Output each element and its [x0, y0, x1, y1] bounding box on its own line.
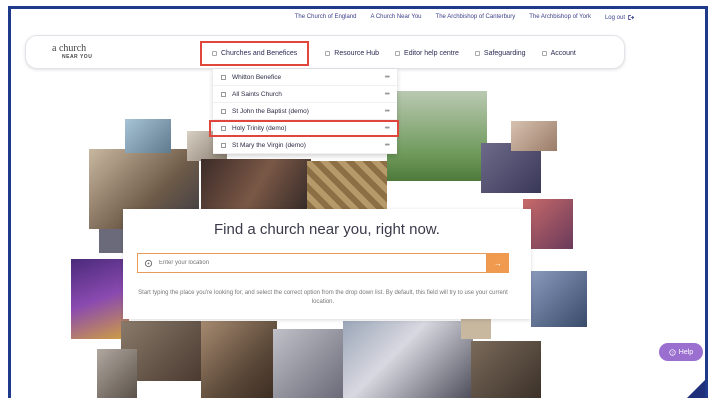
photo-tile [307, 161, 387, 216]
photo-tile [97, 349, 137, 398]
church-icon [221, 142, 226, 148]
menu-bullet-icon [474, 50, 480, 56]
more-icon: ••• [384, 141, 390, 149]
browser-frame: The Church of England A Church Near You … [8, 6, 708, 398]
photo-tile [99, 229, 123, 253]
link-archbishop-canterbury[interactable]: The Archbishop of Canterbury [436, 14, 516, 21]
search-hint: Start typing the place you're looking fo… [138, 290, 508, 305]
churches-dropdown: Whitton Benefice ••• All Saints Church •… [209, 69, 399, 154]
dropdown-item-whitton-benefice[interactable]: Whitton Benefice ••• [213, 69, 397, 86]
panel-title: Find a church near you, right now. [214, 221, 440, 238]
site-logo[interactable]: a church NEAR YOU [52, 44, 92, 61]
dropdown-item-st-john-baptist[interactable]: St John the Baptist (demo) ••• [213, 103, 397, 120]
dropdown-item-holy-trinity[interactable]: Holy Trinity (demo) ••• [209, 120, 399, 137]
photo-tile [387, 91, 487, 181]
more-icon: ••• [384, 107, 390, 115]
photo-tile [201, 321, 277, 398]
menu-bullet-icon [212, 50, 217, 56]
menu-bullet-icon [541, 50, 547, 56]
dropdown-item-st-mary-virgin[interactable]: St Mary the Virgin (demo) ••• [213, 137, 397, 154]
more-icon: ••• [384, 73, 390, 81]
more-icon: ••• [384, 125, 390, 132]
logout-link[interactable]: Log out [605, 14, 635, 21]
help-question-icon: ? [669, 348, 676, 356]
logout-icon [628, 14, 635, 21]
link-archbishop-york[interactable]: The Archbishop of York [529, 14, 591, 21]
photo-tile [125, 119, 171, 153]
church-icon [221, 91, 226, 97]
find-church-panel: Find a church near you, right now. → Sta… [123, 209, 531, 319]
nav-account[interactable]: Account [541, 50, 576, 57]
dropdown-item-all-saints[interactable]: All Saints Church ••• [213, 86, 397, 103]
photo-tile [531, 271, 587, 327]
utility-links: The Church of England A Church Near You … [295, 14, 635, 21]
corner-badge [687, 380, 705, 398]
location-search-box [137, 253, 487, 273]
nav-menu: Churches and Benefices Resource Hub Edit… [200, 36, 576, 70]
svg-text:?: ? [671, 350, 674, 355]
location-target-icon[interactable] [144, 259, 153, 268]
photo-tile [471, 341, 541, 398]
church-icon [221, 126, 226, 131]
church-icon [221, 108, 226, 114]
nav-safeguarding[interactable]: Safeguarding [474, 50, 526, 57]
search-button[interactable]: → [487, 253, 509, 273]
photo-tile [273, 329, 343, 398]
arrow-right-icon: → [494, 258, 502, 268]
menu-bullet-icon [395, 50, 401, 56]
help-button[interactable]: ? Help [659, 343, 703, 361]
photo-tile [343, 321, 473, 398]
link-a-church-near-you[interactable]: A Church Near You [370, 14, 421, 21]
main-navbar: a church NEAR YOU Churches and Benefices… [25, 35, 625, 69]
nav-resource-hub[interactable]: Resource Hub [325, 50, 379, 57]
nav-editor-help-centre[interactable]: Editor help centre [395, 50, 459, 57]
menu-bullet-icon [325, 50, 331, 56]
more-icon: ••• [384, 90, 390, 98]
church-icon [221, 74, 226, 80]
location-input[interactable] [159, 260, 479, 266]
nav-churches-and-benefices[interactable]: Churches and Benefices [200, 40, 310, 66]
link-church-of-england[interactable]: The Church of England [295, 14, 357, 21]
photo-tile [511, 121, 557, 151]
